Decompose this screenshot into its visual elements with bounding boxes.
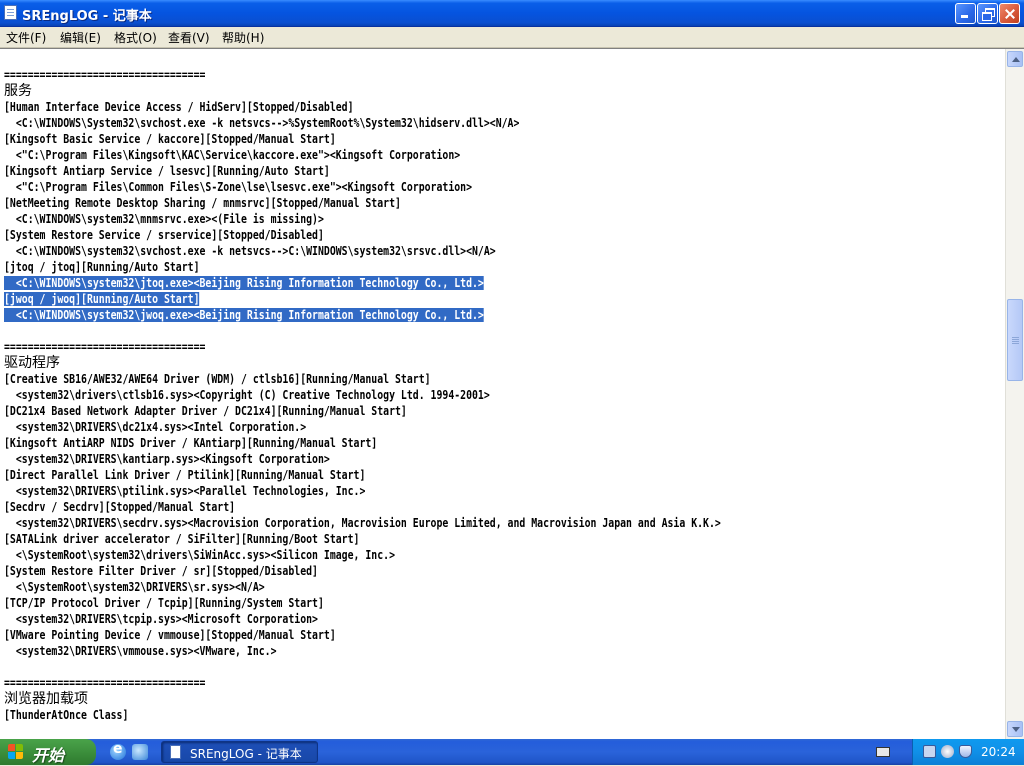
text-line: <C:\WINDOWS\System32\svchost.exe -k nets… (4, 116, 520, 130)
text-line: <system32\DRIVERS\secdrv.sys><Macrovisio… (4, 516, 721, 530)
text-line: <system32\DRIVERS\ptilink.sys><Parallel … (4, 484, 366, 498)
notepad-icon (170, 745, 181, 759)
grip-icon (1012, 337, 1019, 338)
text-line: [Creative SB16/AWE32/AWE64 Driver (WDM) … (4, 372, 431, 386)
text-line: [jwoq / jwoq][Running/Auto Start] (4, 291, 200, 307)
notepad-icon (4, 5, 17, 20)
close-icon (1000, 4, 1019, 23)
vertical-scrollbar[interactable] (1005, 49, 1024, 739)
taskbar-notepad-label: SREngLOG - 记事本 (190, 747, 302, 761)
section-heading: 服务 (4, 83, 32, 99)
text-line: [Kingsoft Antiarp Service / lsesvc][Runn… (4, 164, 330, 178)
selected-text: <C:\WINDOWS\system32\jwoq.exe><Beijing R… (4, 308, 484, 322)
menu-help[interactable]: 帮助(H) (221, 29, 265, 46)
text-line: <C:\WINDOWS\system32\jwoq.exe><Beijing R… (4, 307, 484, 323)
minimize-icon (956, 4, 975, 23)
menu-file[interactable]: 文件(F) (5, 29, 47, 46)
text-line: <C:\WINDOWS\system32\jtoq.exe><Beijing R… (4, 275, 484, 291)
menu-edit[interactable]: 编辑(E) (59, 29, 102, 46)
windows-logo-icon (8, 744, 24, 760)
section-heading: 浏览器加载项 (4, 691, 88, 707)
taskbar-notepad-button[interactable]: SREngLOG - 记事本 (161, 741, 318, 763)
text-line: [TCP/IP Protocol Driver / Tcpip][Running… (4, 596, 324, 610)
editor[interactable]: ================================== 服务 [Hum… (0, 48, 1024, 739)
window-title: SREngLOG - 记事本 (22, 9, 152, 24)
selected-text: [jwoq / jwoq][Running/Auto Start] (4, 292, 200, 306)
text-line: [SATALink driver accelerator / SiFilter]… (4, 532, 360, 546)
restore-button[interactable] (977, 3, 998, 24)
text-line: [Secdrv / Secdrv][Stopped/Manual Start] (4, 500, 236, 514)
text-line: [Human Interface Device Access / HidServ… (4, 100, 354, 114)
restore-icon (978, 4, 997, 23)
menu-view[interactable]: 查看(V) (167, 29, 211, 46)
title-bar[interactable]: SREngLOG - 记事本 (0, 0, 1024, 27)
keyboard-icon[interactable] (876, 747, 890, 757)
text-line: [Kingsoft Basic Service / kaccore][Stopp… (4, 132, 336, 146)
security-shield-icon[interactable] (959, 745, 972, 758)
text-line: [Kingsoft AntiARP NIDS Driver / KAntiarp… (4, 436, 378, 450)
arrow-down-icon (1012, 727, 1020, 732)
text-line: <"C:\Program Files\Common Files\S-Zone\l… (4, 180, 473, 194)
text-line: [System Restore Filter Driver / sr][Stop… (4, 564, 318, 578)
text-line: <system32\drivers\ctlsb16.sys><Copyright… (4, 388, 490, 402)
show-desktop-icon[interactable] (132, 744, 148, 760)
start-label: 开始 (32, 746, 65, 765)
menu-bar: 文件(F) 编辑(E) 格式(O) 查看(V) 帮助(H) (0, 27, 1024, 48)
text-line: [DC21x4 Based Network Adapter Driver / D… (4, 404, 407, 418)
section-heading: 驱动程序 (4, 355, 60, 371)
volume-icon[interactable] (941, 745, 954, 758)
text-area[interactable]: ================================== 服务 [Hum… (0, 49, 1005, 739)
text-line: ================================== (4, 68, 206, 82)
minimize-button[interactable] (955, 3, 976, 24)
arrow-up-icon (1012, 57, 1020, 62)
text-line: [ThunderAtOnce Class] (4, 708, 129, 722)
text-line: <\SystemRoot\system32\DRIVERS\sr.sys><N/… (4, 580, 265, 594)
text-line: [Direct Parallel Link Driver / Ptilink][… (4, 468, 366, 482)
network-icon[interactable] (923, 745, 936, 758)
text-line: <system32\DRIVERS\tcpip.sys><Microsoft C… (4, 612, 318, 626)
text-line: [NetMeeting Remote Desktop Sharing / mnm… (4, 196, 401, 210)
close-button[interactable] (999, 3, 1020, 24)
text-line: <\SystemRoot\system32\drivers\SiWinAcc.s… (4, 548, 395, 562)
start-button[interactable]: 开始 (0, 739, 96, 765)
text-line: <C:\WINDOWS\system32\svchost.exe -k nets… (4, 244, 496, 258)
text-line: <system32\DRIVERS\kantiarp.sys><Kingsoft… (4, 452, 330, 466)
clock[interactable]: 20:24 (981, 745, 1016, 759)
text-line: ================================== (4, 340, 206, 354)
text-line: <C:\WINDOWS\system32\mnmsrvc.exe><(File … (4, 212, 324, 226)
text-line: [jtoq / jtoq][Running/Auto Start] (4, 260, 200, 274)
text-line: [System Restore Service / srservice][Sto… (4, 228, 324, 242)
system-tray: 20:24 (912, 739, 1024, 765)
menu-format[interactable]: 格式(O) (113, 29, 158, 46)
taskbar: 开始 SREngLOG - 记事本 20:24 (0, 739, 1024, 765)
scroll-down-button[interactable] (1007, 721, 1023, 737)
selected-text: <C:\WINDOWS\system32\jtoq.exe><Beijing R… (4, 276, 484, 290)
text-line: <system32\DRIVERS\dc21x4.sys><Intel Corp… (4, 420, 307, 434)
internet-explorer-icon[interactable] (110, 741, 126, 760)
scroll-up-button[interactable] (1007, 51, 1023, 67)
scroll-thumb[interactable] (1007, 299, 1023, 381)
text-line: <"C:\Program Files\Kingsoft\KAC\Service\… (4, 148, 461, 162)
text-line: [VMware Pointing Device / vmmouse][Stopp… (4, 628, 336, 642)
text-line: ================================== (4, 676, 206, 690)
text-line: <system32\DRIVERS\vmmouse.sys><VMware, I… (4, 644, 277, 658)
